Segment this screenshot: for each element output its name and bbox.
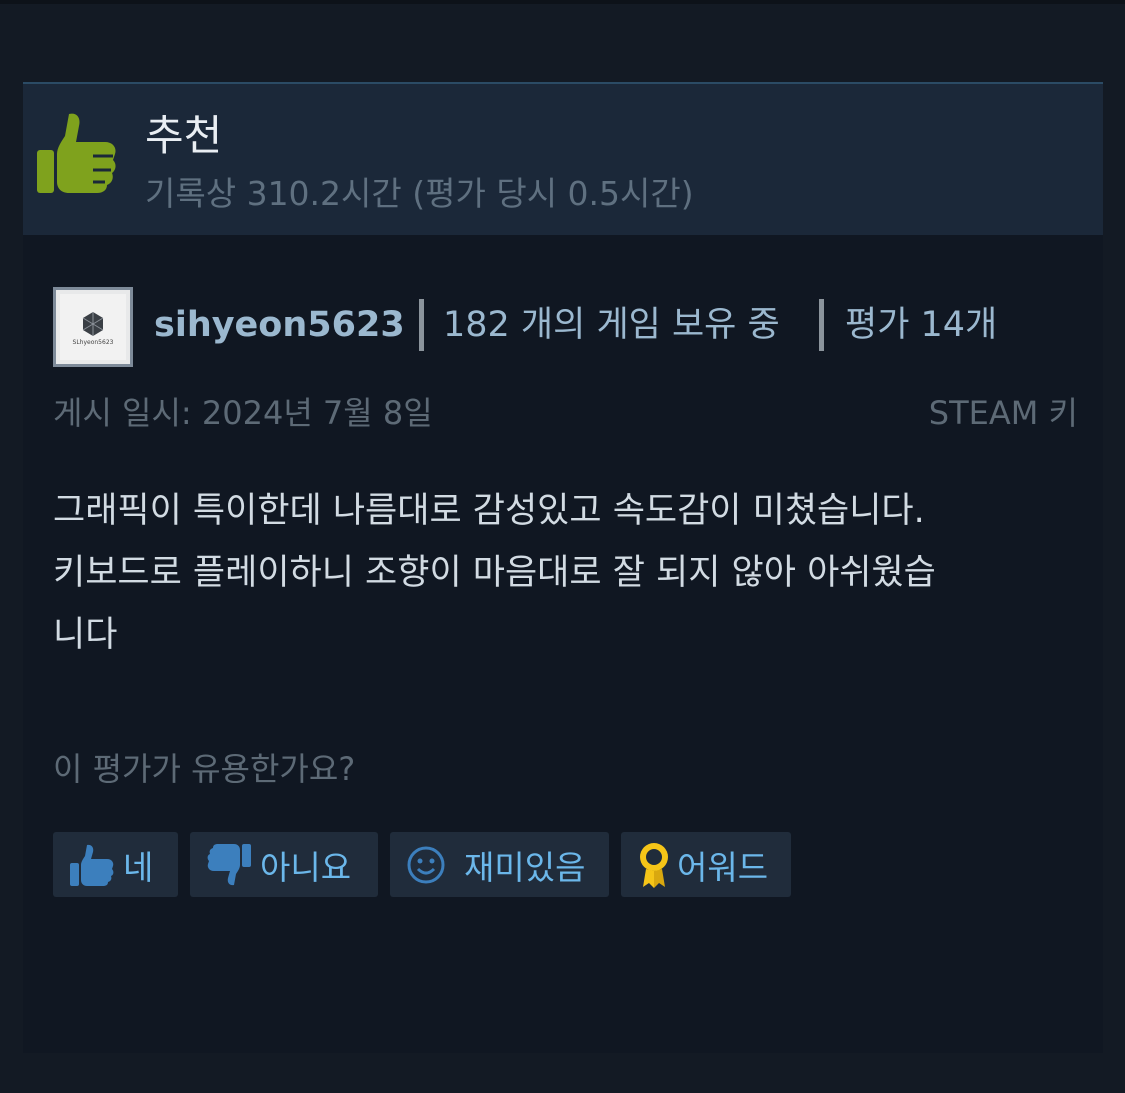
vote-yes-button[interactable]: 네 [53, 832, 178, 897]
separator [819, 299, 824, 351]
author-username[interactable]: sihyeon5623 [154, 302, 405, 348]
separator [419, 299, 424, 351]
games-owned[interactable]: 182 개의 게임 보유 중 [443, 302, 780, 348]
review-body: 그래픽이 특이한데 나름대로 감성있고 속도감이 미쳤습니다. 키보드로 플레이… [53, 480, 1063, 666]
review-header[interactable]: 추천 기록상 310.2시간 (평가 당시 0.5시간) [23, 82, 1103, 235]
thumbs-up-icon [70, 844, 114, 886]
author-row: SLhyeon5623 sihyeon5623 182 개의 게임 보유 중 평… [53, 287, 1093, 367]
top-divider [0, 0, 1125, 4]
avatar[interactable]: SLhyeon5623 [53, 287, 133, 367]
award-button[interactable]: 어워드 [621, 832, 791, 897]
review-body-line: 니다 [53, 615, 118, 655]
thumbs-up-icon [37, 113, 116, 193]
smiley-icon [407, 846, 445, 883]
recommendation-title: 추천 [145, 111, 223, 160]
avatar-caption: SLhyeon5623 [72, 339, 114, 346]
review-card: 추천 기록상 310.2시간 (평가 당시 0.5시간) SLhyeon5623… [23, 82, 1103, 1053]
review-count[interactable]: 평가 14개 [845, 302, 997, 348]
review-body-line: 그래픽이 특이한데 나름대로 감성있고 속도감이 미쳤습니다. [53, 491, 925, 531]
award-label: 어워드 [677, 847, 769, 887]
product-source: STEAM 키 [928, 394, 1078, 432]
vote-funny-button[interactable]: 재미있음 [390, 832, 609, 897]
vote-yes-label: 네 [123, 847, 154, 887]
helpful-question: 이 평가가 유용한가요? [53, 750, 356, 788]
avatar-logo-icon [82, 312, 104, 336]
vote-no-label: 아니요 [260, 847, 352, 887]
posted-date: 게시 일시: 2024년 7월 8일 [53, 394, 433, 432]
award-ribbon-icon [640, 842, 668, 888]
review-body-line: 키보드로 플레이하니 조향이 마음대로 잘 되지 않아 아쉬웠습 [53, 553, 936, 593]
vote-funny-label: 재미있음 [464, 847, 586, 887]
hours-played: 기록상 310.2시간 (평가 당시 0.5시간) [145, 174, 694, 213]
thumbs-down-icon [207, 843, 251, 885]
vote-no-button[interactable]: 아니요 [190, 832, 378, 897]
